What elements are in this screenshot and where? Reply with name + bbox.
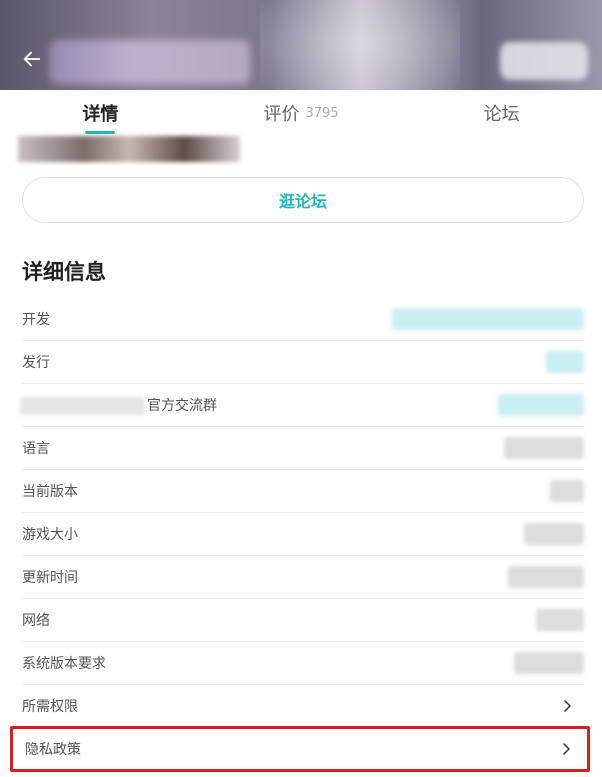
app-header: [0, 0, 602, 90]
tab-forum[interactable]: 论坛: [401, 90, 602, 136]
row-label: 系统版本要求: [22, 656, 106, 672]
back-button[interactable]: [14, 44, 50, 74]
row-value-blurred[interactable]: [392, 308, 584, 330]
row-value-blurred: [550, 480, 584, 502]
row-value-blurred[interactable]: [546, 351, 584, 373]
arrow-left-icon: [23, 51, 41, 67]
info-row-network: 网络: [22, 599, 584, 642]
tab-label: 论坛: [483, 104, 520, 125]
tab-reviews[interactable]: 评价 3795: [201, 90, 402, 136]
visit-forum-button[interactable]: 逛论坛: [22, 177, 584, 223]
row-label: 当前版本: [22, 484, 78, 500]
row-value-blurred: [508, 566, 584, 588]
info-row-size: 游戏大小: [22, 513, 584, 556]
info-list: 开发 发行 官方交流群 语言 当前版本 游戏大小 更新时间 网络 系统版本要求 …: [20, 298, 584, 728]
info-row-version: 当前版本: [22, 470, 584, 513]
header-glow: [260, 0, 460, 90]
app-title-blurred: [50, 40, 250, 84]
row-value-blurred[interactable]: [498, 394, 584, 416]
group-name-blurred: [20, 397, 145, 415]
row-label: 隐私政策: [25, 742, 81, 758]
row-label: 更新时间: [22, 570, 78, 586]
info-row-permissions[interactable]: 所需权限: [22, 685, 584, 728]
info-row-publisher[interactable]: 发行: [22, 341, 584, 384]
chevron-right-icon: [563, 743, 570, 755]
info-row-privacy-policy[interactable]: 隐私政策: [10, 726, 590, 772]
row-value-blurred: [504, 437, 584, 459]
chevron-right-icon: [564, 700, 571, 712]
row-label: 游戏大小: [22, 527, 78, 543]
tab-label: 评价: [263, 104, 300, 125]
row-label: 所需权限: [22, 699, 78, 715]
section-title: 详细信息: [22, 260, 106, 284]
review-count: 3795: [305, 105, 339, 121]
row-value-blurred: [524, 523, 584, 545]
media-strip-blurred: [18, 136, 240, 162]
row-label: 发行: [22, 355, 50, 371]
info-row-updated: 更新时间: [22, 556, 584, 599]
tab-label: 详情: [82, 104, 119, 125]
active-tab-indicator: [85, 131, 116, 134]
info-row-os-requirement: 系统版本要求: [22, 642, 584, 685]
row-value-blurred: [514, 652, 584, 674]
row-label: 官方交流群: [147, 398, 217, 414]
info-row-language[interactable]: 语言: [22, 427, 584, 470]
tab-details[interactable]: 详情: [0, 90, 201, 136]
info-row-official-group[interactable]: 官方交流群: [20, 384, 584, 427]
row-label: 语言: [22, 441, 50, 457]
action-button-blurred[interactable]: [500, 42, 588, 80]
row-value-blurred: [536, 609, 584, 631]
row-label: 网络: [22, 613, 50, 629]
info-row-developer[interactable]: 开发: [22, 298, 584, 341]
tab-bar: 详情 评价 3795 论坛: [0, 90, 602, 136]
